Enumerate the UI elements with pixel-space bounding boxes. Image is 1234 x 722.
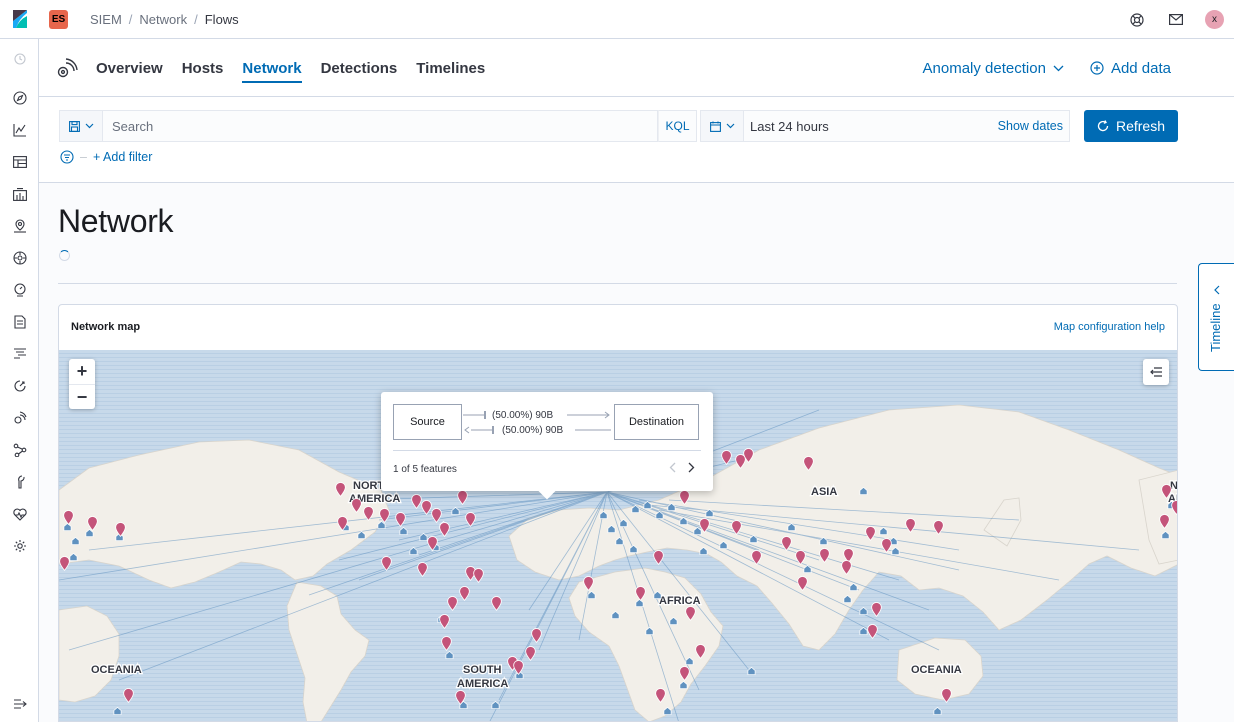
zoom-in-button[interactable]: + <box>69 359 95 384</box>
tooltip-feature-count: 1 of 5 features <box>393 464 457 475</box>
quick-select-button[interactable] <box>701 111 744 141</box>
svg-text:OCEANIA: OCEANIA <box>911 664 962 676</box>
tab-timelines[interactable]: Timelines <box>416 39 485 97</box>
svg-text:SOUTH: SOUTH <box>463 664 502 676</box>
canvas-icon[interactable] <box>0 182 39 206</box>
tooltip-source: Source <box>393 404 462 440</box>
query-bar: Search KQL Last 24 hours Show dates Refr… <box>39 97 1234 183</box>
visualize-icon[interactable] <box>0 118 39 142</box>
search-input[interactable]: Search <box>102 110 658 142</box>
breadcrumb-network[interactable]: Network <box>139 12 187 27</box>
timeline-flyout-button[interactable]: Timeline <box>1198 263 1234 371</box>
page-title: Network <box>58 203 174 239</box>
siem-tabs: Overview Hosts Network Detections Timeli… <box>96 39 485 97</box>
tab-detections[interactable]: Detections <box>321 39 398 97</box>
subnav-actions: Anomaly detection Add data <box>923 39 1171 97</box>
tooltip-pager <box>669 462 695 473</box>
add-data-button[interactable]: Add data <box>1090 60 1171 77</box>
date-picker: Last 24 hours Show dates <box>700 110 1070 142</box>
filter-separator: – <box>80 150 87 164</box>
ml-icon[interactable] <box>0 246 39 270</box>
dashboard-icon[interactable] <box>0 150 39 174</box>
filter-row: – + Add filter <box>60 150 152 164</box>
user-menu[interactable]: x <box>1195 0 1234 39</box>
side-nav <box>0 39 39 722</box>
calendar-icon <box>709 121 721 132</box>
chevron-down-icon <box>85 123 93 129</box>
divider <box>58 283 1177 284</box>
kibana-logo[interactable] <box>0 0 39 39</box>
siem-app-icon <box>56 57 78 84</box>
graph-icon[interactable] <box>0 438 39 462</box>
apm-icon[interactable] <box>0 342 39 366</box>
discover-icon[interactable] <box>0 86 39 110</box>
logs-icon[interactable] <box>0 310 39 334</box>
tooltip-divider <box>393 450 701 451</box>
save-icon <box>68 120 80 132</box>
menu-left-icon <box>1149 367 1162 377</box>
saved-query-button[interactable] <box>59 110 102 142</box>
maps-icon[interactable] <box>0 214 39 238</box>
zoom-out-button[interactable]: − <box>69 384 95 409</box>
kql-toggle[interactable]: KQL <box>658 110 697 142</box>
dev-tools-icon[interactable] <box>0 470 39 494</box>
tab-network[interactable]: Network <box>242 39 302 97</box>
network-map-panel: Network map Map configuration help NORT … <box>58 304 1178 722</box>
chevron-left-icon <box>1214 285 1220 295</box>
panel-title: Network map <box>71 321 141 333</box>
monitoring-icon[interactable] <box>0 502 39 526</box>
breadcrumb-separator: / <box>128 11 133 27</box>
siem-subnav: Overview Hosts Network Detections Timeli… <box>39 39 1234 97</box>
top-header: ES SIEM / Network / Flows x <box>0 0 1234 39</box>
svg-text:NORT: NORT <box>353 480 384 492</box>
add-filter-button[interactable]: + Add filter <box>93 150 152 164</box>
tooltip-destination: Destination <box>614 404 699 440</box>
layer-panel-toggle[interactable] <box>1143 359 1169 385</box>
newsfeed-icon[interactable] <box>1156 0 1195 39</box>
timeline-label: Timeline <box>1208 303 1223 352</box>
uptime-icon[interactable] <box>0 374 39 398</box>
breadcrumb-flows: Flows <box>204 11 239 27</box>
date-range-label[interactable]: Last 24 hours <box>750 119 829 134</box>
svg-text:AFRICA: AFRICA <box>659 595 701 607</box>
refresh-icon <box>1097 120 1109 132</box>
breadcrumb-separator: / <box>194 11 198 27</box>
filter-icon[interactable] <box>60 150 74 164</box>
chevron-down-icon <box>1053 65 1064 71</box>
breadcrumb-siem[interactable]: SIEM <box>90 12 122 27</box>
show-dates-link[interactable]: Show dates <box>998 119 1063 133</box>
metrics-icon[interactable] <box>0 278 39 302</box>
refresh-button[interactable]: Refresh <box>1084 110 1178 142</box>
plus-circle-icon <box>1090 61 1104 75</box>
svg-text:ASIA: ASIA <box>811 486 837 498</box>
tooltip-outbound-bytes: (50.00%) 90B <box>492 410 554 421</box>
tab-hosts[interactable]: Hosts <box>182 39 224 97</box>
network-map[interactable]: NORT AMERICA ASIA AFRICA SOUTH AMERICA O… <box>59 350 1177 721</box>
chevron-right-icon[interactable] <box>688 462 695 473</box>
flow-tooltip: Source Destination (50.00%) 90B (50.00%)… <box>381 392 713 491</box>
space-badge[interactable]: ES <box>49 9 68 29</box>
loading-spinner <box>59 250 70 261</box>
svg-text:AMERICA: AMERICA <box>457 678 508 690</box>
tab-overview[interactable]: Overview <box>96 39 163 97</box>
siem-icon[interactable] <box>0 406 39 430</box>
map-config-help-link[interactable]: Map configuration help <box>1054 321 1165 333</box>
tooltip-inbound-bytes: (50.00%) 90B <box>502 425 564 436</box>
svg-text:OCEANIA: OCEANIA <box>91 664 142 676</box>
chevron-down-icon <box>726 123 734 129</box>
avatar: x <box>1205 10 1224 29</box>
header-actions: x <box>1117 0 1234 39</box>
breadcrumb: SIEM / Network / Flows <box>90 12 239 27</box>
refresh-label: Refresh <box>1115 118 1166 134</box>
management-icon[interactable] <box>0 534 39 558</box>
chevron-left-icon[interactable] <box>669 462 676 473</box>
anomaly-detection-label: Anomaly detection <box>922 59 1046 77</box>
anomaly-detection-button[interactable]: Anomaly detection <box>923 60 1064 77</box>
recently-viewed-icon[interactable] <box>0 47 39 71</box>
add-data-label: Add data <box>1110 59 1171 77</box>
zoom-controls: + − <box>69 359 95 409</box>
help-icon[interactable] <box>1117 0 1156 39</box>
collapse-nav-icon[interactable] <box>0 692 39 716</box>
